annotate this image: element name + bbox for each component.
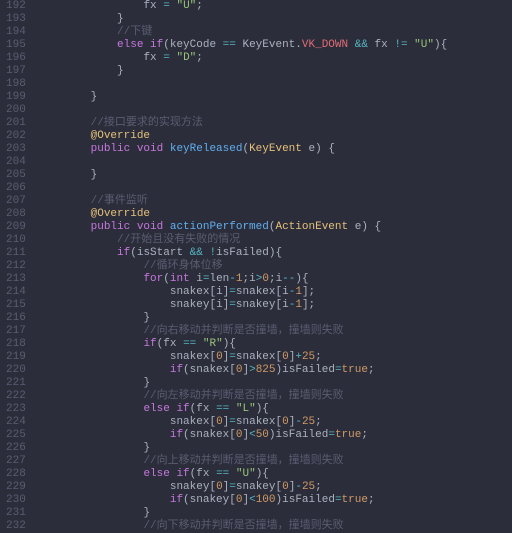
code-line[interactable]: snakex[0]=snakex[0]+25; bbox=[38, 351, 512, 364]
code-line[interactable]: snakex[0]=snakex[0]-25; bbox=[38, 416, 512, 429]
code-line[interactable]: fx = "D"; bbox=[38, 52, 512, 65]
line-number: 193 bbox=[6, 13, 26, 26]
code-line[interactable]: if(fx == "R"){ bbox=[38, 338, 512, 351]
code-line[interactable] bbox=[38, 156, 512, 169]
code-line[interactable]: public void actionPerformed(ActionEvent … bbox=[38, 221, 512, 234]
code-line[interactable]: } bbox=[38, 91, 512, 104]
line-number: 192 bbox=[6, 0, 26, 13]
line-number: 200 bbox=[6, 104, 26, 117]
line-number: 205 bbox=[6, 169, 26, 182]
line-number: 216 bbox=[6, 312, 26, 325]
line-number: 206 bbox=[6, 182, 26, 195]
line-number: 231 bbox=[6, 507, 26, 520]
line-number: 218 bbox=[6, 338, 26, 351]
code-line[interactable]: fx = "U"; bbox=[38, 0, 512, 13]
line-number: 201 bbox=[6, 117, 26, 130]
line-number: 196 bbox=[6, 52, 26, 65]
code-line[interactable] bbox=[38, 78, 512, 91]
code-line[interactable]: if(isStart && !isFailed){ bbox=[38, 247, 512, 260]
code-line[interactable] bbox=[38, 104, 512, 117]
line-number: 225 bbox=[6, 429, 26, 442]
code-line[interactable]: } bbox=[38, 13, 512, 26]
line-number: 229 bbox=[6, 481, 26, 494]
code-line[interactable]: for(int i=len-1;i>0;i--){ bbox=[38, 273, 512, 286]
line-number: 198 bbox=[6, 78, 26, 91]
code-line[interactable]: snakey[i]=snakey[i-1]; bbox=[38, 299, 512, 312]
code-line[interactable]: } bbox=[38, 65, 512, 78]
code-line[interactable]: public void keyReleased(KeyEvent e) { bbox=[38, 143, 512, 156]
line-number: 212 bbox=[6, 260, 26, 273]
line-number: 217 bbox=[6, 325, 26, 338]
line-number: 230 bbox=[6, 494, 26, 507]
code-line[interactable]: else if(keyCode == KeyEvent.VK_DOWN && f… bbox=[38, 39, 512, 52]
code-line[interactable]: snakey[0]=snakey[0]-25; bbox=[38, 481, 512, 494]
line-number: 219 bbox=[6, 351, 26, 364]
line-number: 224 bbox=[6, 416, 26, 429]
code-line[interactable]: //接口要求的实现方法 bbox=[38, 117, 512, 130]
code-line[interactable]: if(snakey[0]<100)isFailed=true; bbox=[38, 494, 512, 507]
code-line[interactable]: } bbox=[38, 442, 512, 455]
code-line[interactable]: } bbox=[38, 169, 512, 182]
line-number: 199 bbox=[6, 91, 26, 104]
line-number: 222 bbox=[6, 390, 26, 403]
line-number: 211 bbox=[6, 247, 26, 260]
line-number: 214 bbox=[6, 286, 26, 299]
line-number: 232 bbox=[6, 520, 26, 533]
line-number: 228 bbox=[6, 468, 26, 481]
line-number-gutter: 1921931941951961971981992002012022032042… bbox=[0, 0, 36, 532]
code-line[interactable]: } bbox=[38, 507, 512, 520]
line-number: 197 bbox=[6, 65, 26, 78]
line-number: 223 bbox=[6, 403, 26, 416]
code-line[interactable]: //下键 bbox=[38, 26, 512, 39]
code-line[interactable]: else if(fx == "L"){ bbox=[38, 403, 512, 416]
line-number: 207 bbox=[6, 195, 26, 208]
code-line[interactable]: } bbox=[38, 377, 512, 390]
line-number: 221 bbox=[6, 377, 26, 390]
code-line[interactable]: @Override bbox=[38, 208, 512, 221]
line-number: 210 bbox=[6, 234, 26, 247]
line-number: 204 bbox=[6, 156, 26, 169]
line-number: 227 bbox=[6, 455, 26, 468]
line-number: 195 bbox=[6, 39, 26, 52]
code-line[interactable]: //向上移动并判断是否撞墙，撞墙则失败 bbox=[38, 455, 512, 468]
line-number: 226 bbox=[6, 442, 26, 455]
code-line[interactable]: //循环身体位移 bbox=[38, 260, 512, 273]
code-line[interactable]: if(snakex[0]>825)isFailed=true; bbox=[38, 364, 512, 377]
code-line[interactable] bbox=[38, 182, 512, 195]
code-line[interactable]: } bbox=[38, 312, 512, 325]
code-line[interactable]: //事件监听 bbox=[38, 195, 512, 208]
code-line[interactable]: if(snakex[0]<50)isFailed=true; bbox=[38, 429, 512, 442]
line-number: 194 bbox=[6, 26, 26, 39]
line-number: 220 bbox=[6, 364, 26, 377]
code-line[interactable]: //向左移动并判断是否撞墙，撞墙则失败 bbox=[38, 390, 512, 403]
code-line[interactable]: snakex[i]=snakex[i-1]; bbox=[38, 286, 512, 299]
code-line[interactable]: //开始且没有失败的情况 bbox=[38, 234, 512, 247]
line-number: 203 bbox=[6, 143, 26, 156]
code-line[interactable]: @Override bbox=[38, 130, 512, 143]
line-number: 209 bbox=[6, 221, 26, 234]
code-line[interactable]: //向右移动并判断是否撞墙，撞墙则失败 bbox=[38, 325, 512, 338]
line-number: 208 bbox=[6, 208, 26, 221]
code-line[interactable]: else if(fx == "U"){ bbox=[38, 468, 512, 481]
line-number: 202 bbox=[6, 130, 26, 143]
line-number: 215 bbox=[6, 299, 26, 312]
code-line[interactable]: //向下移动并判断是否撞墙，撞墙则失败 bbox=[38, 520, 512, 532]
line-number: 213 bbox=[6, 273, 26, 286]
code-editor: 1921931941951961971981992002012022032042… bbox=[0, 0, 512, 532]
code-area[interactable]: fx = "U"; } //下键 else if(keyCode == KeyE… bbox=[36, 0, 512, 532]
